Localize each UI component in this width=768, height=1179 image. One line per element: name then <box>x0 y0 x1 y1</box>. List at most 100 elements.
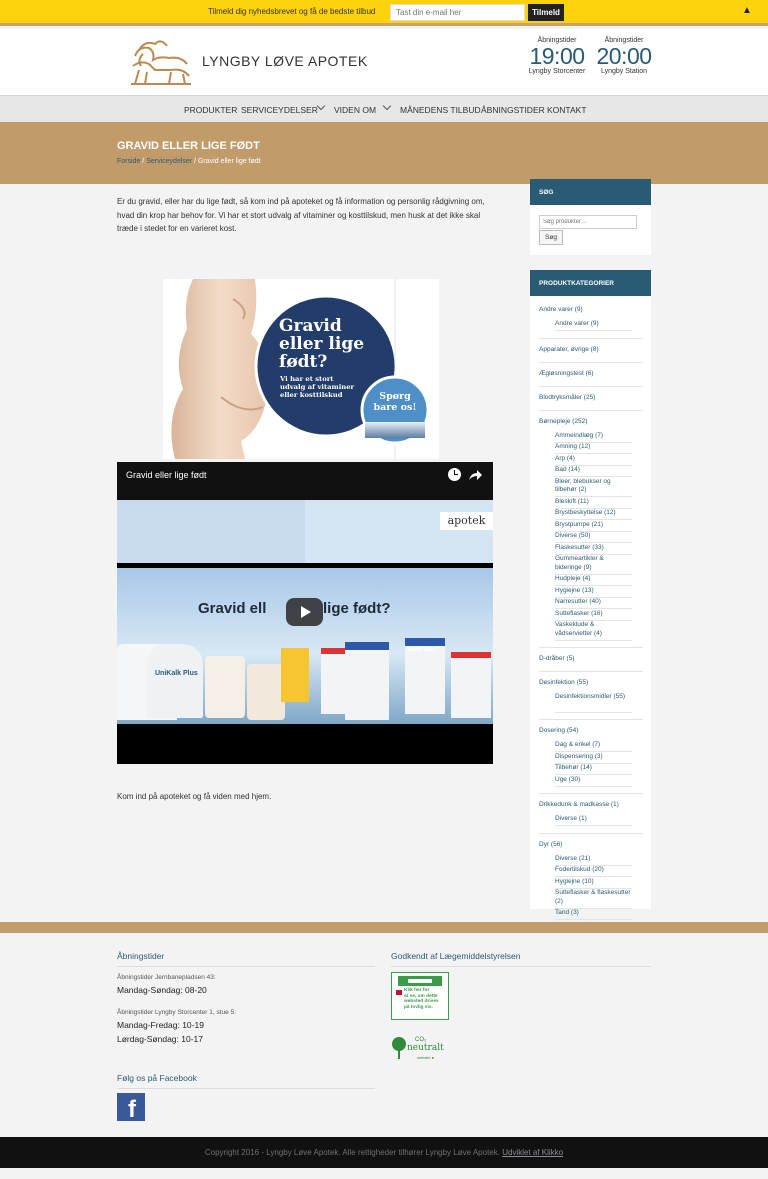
subcategory-link[interactable]: Vaskeklude & vådservietter (4) <box>555 621 632 638</box>
nav-item-aabningstider[interactable]: ÅBNINGSTIDER <box>481 105 545 115</box>
category-link[interactable]: Apparater, øvrige (8) <box>539 346 599 353</box>
video-title-bar <box>117 462 493 500</box>
nav-item-kontakt[interactable]: KONTAKT <box>547 105 587 115</box>
product-label: Multi tabs <box>408 647 436 653</box>
subcategory-link[interactable]: Desinfektionsmidler (55) <box>555 693 632 702</box>
subcategory-link[interactable]: Hygiejne (13) <box>555 587 632 596</box>
product-search-button[interactable]: Søg <box>539 230 563 245</box>
chevron-down-icon[interactable] <box>382 101 392 111</box>
subcategory-link[interactable]: Hudpleje (4) <box>555 575 632 584</box>
category-link[interactable]: Blodtryksmåler (25) <box>539 394 595 401</box>
subcategory-link[interactable]: Bad (14) <box>555 466 632 475</box>
category-link[interactable]: Dyr (56) <box>539 841 562 848</box>
page-banner: GRAVID ELLER LIGE FØDT Forside / Service… <box>0 122 768 184</box>
subcategory-link[interactable]: Uge (30) <box>555 776 632 785</box>
nav-item-viden-om[interactable]: VIDEN OM <box>334 105 376 115</box>
subcategory-link[interactable]: Ammeindlæg (7) <box>555 432 632 441</box>
category-link[interactable]: Dosering (54) <box>539 727 578 734</box>
subcategory-link[interactable]: Tand (3) <box>555 909 632 918</box>
nav-item-serviceydelser[interactable]: SERVICEYDELSER <box>241 105 318 115</box>
nav-item-produkter[interactable]: PRODUKTER <box>184 105 237 115</box>
main-navigation: PRODUKTER SERVICEYDELSER VIDEN OM MÅNEDE… <box>0 95 768 122</box>
subcategory-link[interactable]: Andre varer (9) <box>555 320 632 329</box>
subcategory-link[interactable]: Brystpumpe (21) <box>555 521 632 530</box>
site-footer: Åbningstider Åbningstider Jernbanepladse… <box>0 922 768 1137</box>
chevron-down-icon[interactable] <box>316 101 326 111</box>
lion-logo-icon[interactable] <box>125 36 195 88</box>
video-player[interactable]: Gravid eller lige født apotek Gravid ell… <box>117 462 493 764</box>
promo-badge-line: Spørg <box>379 391 411 402</box>
video-title[interactable]: Gravid eller lige født <box>126 470 207 480</box>
category-link[interactable]: D-dråber (5) <box>539 655 574 662</box>
subcategory-link[interactable]: Narresutter (40) <box>555 598 632 607</box>
nav-item-maanedens-tilbud[interactable]: MÅNEDENS TILBUD <box>400 105 481 115</box>
facebook-icon[interactable]: f <box>117 1093 145 1122</box>
newsletter-subscribe-button[interactable]: Tilmeld <box>528 4 564 21</box>
subcategory-link[interactable]: Diverse (21) <box>555 855 632 864</box>
category-link[interactable]: Børnepleje (252) <box>539 418 587 425</box>
subcategory-link[interactable]: Sutteflasker (16) <box>555 610 632 619</box>
footer-facebook-heading: Følg os på Facebook <box>117 1073 197 1083</box>
promo-headline-line: født? <box>279 352 328 372</box>
product-box <box>281 648 309 702</box>
breadcrumb: Forside / Serviceydelser / Gravid eller … <box>117 158 261 165</box>
approved-pharmacy-badge[interactable]: Klik her for at se, om dette websted dri… <box>391 972 449 1020</box>
subcategory-link[interactable]: Bleer, blebukser og tilbehør (2) <box>555 478 632 495</box>
divider <box>539 409 643 411</box>
triangle-up-icon[interactable]: ▲ <box>742 5 752 16</box>
product-search-input[interactable] <box>539 215 637 229</box>
subcategory-link[interactable]: Diverse (1) <box>555 815 632 824</box>
page-title: GRAVID ELLER LIGE FØDT <box>117 140 260 152</box>
intro-paragraph: Er du gravid, eller har du lige født, så… <box>117 197 485 233</box>
subcategory-link[interactable]: Brystbeskyttelse (12) <box>555 509 632 518</box>
product-label: UniKalk Plus <box>155 670 198 677</box>
play-button[interactable] <box>286 598 323 626</box>
divider <box>539 361 643 363</box>
subcategory-link[interactable]: Sutteflasker & flaskesutter (2) <box>555 889 632 906</box>
badge-text-line: websted drives <box>404 999 439 1004</box>
divider <box>539 647 643 648</box>
category-link[interactable]: Andre varer (9) <box>539 306 583 313</box>
hours-time: 19:00 <box>529 43 585 69</box>
divider <box>539 385 643 387</box>
promo-badge: Spørg bare os! <box>367 391 423 413</box>
clock-icon[interactable] <box>448 468 461 481</box>
co2-neutral-badge[interactable]: CO₂ neutralt website ● <box>391 1037 451 1063</box>
copyright-text: Copyright 2016 - Lyngby Løve Apotek. All… <box>204 1148 500 1157</box>
developer-link[interactable]: Udviklet af Klikko <box>502 1148 563 1157</box>
subcategory-link[interactable]: Arp (4) <box>555 455 632 464</box>
subcategory-link[interactable]: Hygiejne (10) <box>555 878 632 887</box>
search-widget-heading: SØG <box>530 179 651 205</box>
product-box: Multi tabs <box>405 638 445 714</box>
product-jar <box>205 656 245 718</box>
newsletter-bar: Tilmeld dig nyhedsbrevet og få de bedste… <box>0 0 768 26</box>
green-cross-icon <box>398 976 442 986</box>
promo-badge-line: bare os! <box>373 402 417 413</box>
video-brand: apotek <box>440 512 493 530</box>
footer-hours-line: Mandag-Fredag: 10-19 <box>117 1020 204 1030</box>
subcategory-link[interactable]: Dag & enkel (7) <box>555 741 632 750</box>
site-header: LYNGBY LØVE APOTEK Åbningstider 19:00 Ly… <box>0 29 768 95</box>
share-icon[interactable] <box>469 469 482 481</box>
copyright-bar: Copyright 2016 - Lyngby Løve Apotek. All… <box>0 1137 768 1168</box>
breadcrumb-section-link[interactable]: Serviceydelser <box>146 158 192 165</box>
category-link[interactable]: Drikkedunk & madkasse (1) <box>539 801 619 808</box>
breadcrumb-current: Gravid eller lige født <box>197 158 261 165</box>
subcategory-link[interactable]: Gummeartikler & bideringe (9) <box>555 555 632 572</box>
subcategory-link[interactable]: Bleskift (11) <box>555 498 632 507</box>
subcategory-link[interactable]: Amning (12) <box>555 443 632 452</box>
footer-hours-line: Mandag-Søndag: 08-20 <box>117 985 207 995</box>
footer-hours-heading: Åbningstider <box>117 951 165 961</box>
subcategory-link[interactable]: Fodertilskud (20) <box>555 866 632 875</box>
subcategory-link[interactable]: Flaskesutter (33) <box>555 544 632 553</box>
category-link[interactable]: Desinfektion (55) <box>539 679 588 686</box>
category-link[interactable]: Ægløsningstest (6) <box>539 370 594 377</box>
divider <box>555 711 632 713</box>
subcategory-link[interactable]: Dispensering (3) <box>555 753 632 762</box>
logo-text[interactable]: LYNGBY LØVE APOTEK <box>202 53 368 69</box>
newsletter-email-input[interactable] <box>390 4 525 21</box>
subcategory-link[interactable]: Diverse (50) <box>555 532 632 541</box>
subcategory-link[interactable]: Tilbehør (14) <box>555 764 632 773</box>
divider <box>117 966 375 967</box>
breadcrumb-home-link[interactable]: Forside <box>117 158 140 165</box>
